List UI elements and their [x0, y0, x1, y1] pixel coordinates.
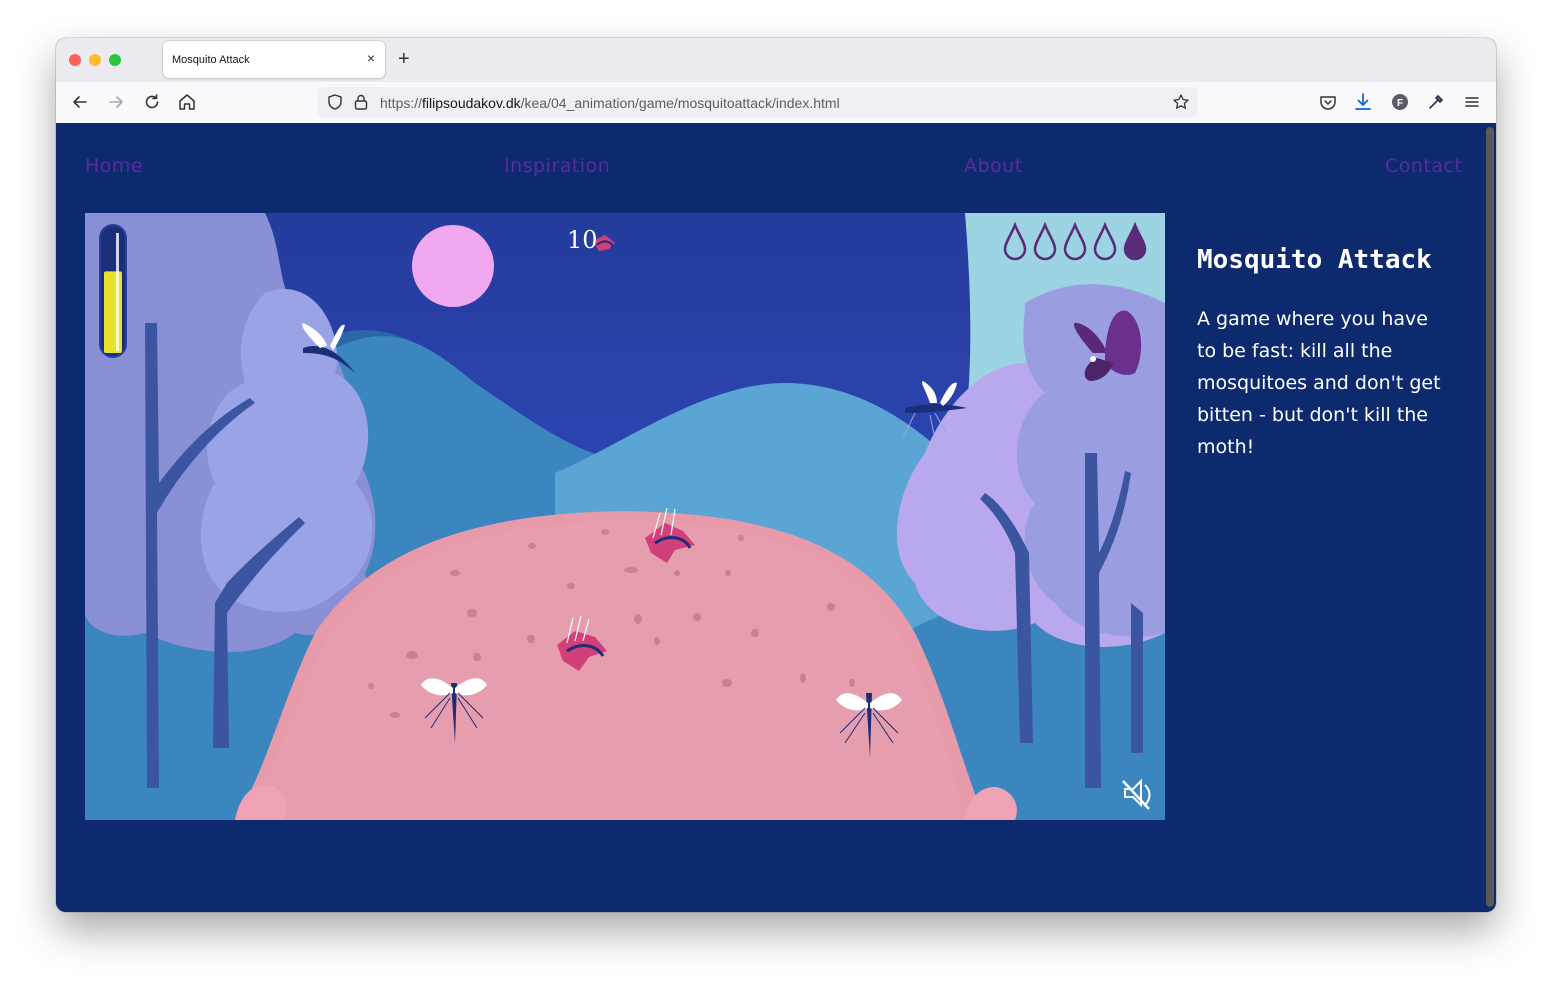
- url-text[interactable]: https://filipsoudakov.dk/kea/04_animatio…: [380, 95, 840, 111]
- nav-link-home[interactable]: Home: [85, 155, 143, 177]
- game-canvas[interactable]: 10: [85, 213, 1165, 820]
- back-arrow-icon[interactable]: [69, 91, 91, 113]
- downloads-icon[interactable]: [1352, 91, 1374, 113]
- game-title: Mosquito Attack: [1197, 245, 1432, 275]
- nav-link-about[interactable]: About: [964, 155, 1023, 177]
- new-tab-button[interactable]: +: [398, 48, 410, 71]
- energy-fill: [104, 271, 122, 353]
- bookmark-star-icon[interactable]: [1172, 93, 1190, 111]
- tab-title: Mosquito Attack: [172, 54, 250, 66]
- page-content: Home Inspiration About Contact 10 Mosqui…: [56, 123, 1496, 912]
- scrollbar[interactable]: [1486, 127, 1494, 907]
- moon: [412, 225, 494, 307]
- energy-meter: [99, 224, 127, 358]
- home-icon[interactable]: [176, 91, 198, 113]
- game-scene: [85, 213, 1165, 820]
- shield-icon[interactable]: [326, 93, 344, 111]
- game-description: A game where you have to be fast: kill a…: [1197, 308, 1441, 458]
- close-window-button[interactable]: [69, 54, 81, 66]
- account-avatar-icon[interactable]: F: [1389, 91, 1411, 113]
- lock-icon[interactable]: [353, 93, 369, 111]
- nav-link-inspiration[interactable]: Inspiration: [504, 155, 610, 177]
- url-path: /kea/04_animation/game/mosquitoattack/in…: [520, 95, 840, 111]
- address-bar[interactable]: https://filipsoudakov.dk/kea/04_animatio…: [318, 87, 1198, 117]
- tab-mosquito-attack[interactable]: Mosquito Attack ×: [163, 41, 385, 78]
- eyedropper-icon[interactable]: [1425, 91, 1447, 113]
- trunk-right-3: [1131, 603, 1143, 753]
- url-domain: filipsoudakov.dk: [422, 95, 521, 111]
- pocket-icon[interactable]: [1317, 91, 1339, 113]
- title-bar: Mosquito Attack × +: [56, 38, 1496, 82]
- browser-window: Mosquito Attack × + https://filipsoudako…: [56, 38, 1496, 912]
- score-counter: 10: [567, 226, 598, 254]
- zoom-window-button[interactable]: [109, 54, 121, 66]
- url-protocol: https://: [380, 95, 423, 111]
- minimize-window-button[interactable]: [89, 54, 101, 66]
- tab-close-icon[interactable]: ×: [367, 50, 375, 66]
- navigation-toolbar: https://filipsoudakov.dk/kea/04_animatio…: [56, 82, 1496, 124]
- nav-link-contact[interactable]: Contact: [1385, 155, 1462, 177]
- reload-icon[interactable]: [141, 91, 163, 113]
- menu-icon[interactable]: [1461, 91, 1483, 113]
- forward-arrow-icon[interactable]: [105, 91, 127, 113]
- svg-text:F: F: [1397, 98, 1403, 109]
